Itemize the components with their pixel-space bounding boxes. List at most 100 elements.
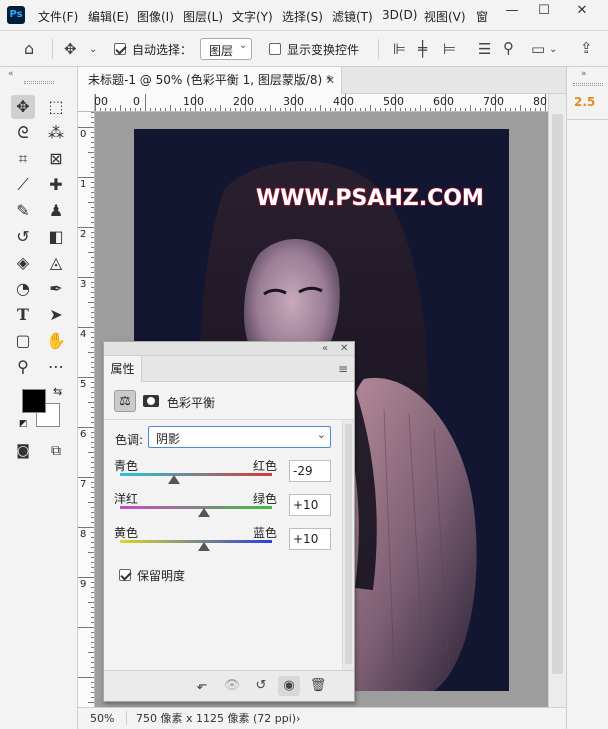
swap-colors-icon[interactable]: ⇆	[53, 385, 62, 398]
screen-mode-icon[interactable]: ⧉	[44, 439, 68, 463]
magenta-green-value-input[interactable]: +10	[289, 494, 331, 516]
shape-tool-icon[interactable]: ▢	[11, 329, 35, 353]
adjustment-header: ⚖ 色彩平衡	[104, 382, 354, 420]
panel-menu-icon[interactable]: ≡	[338, 362, 348, 376]
collapse-icon[interactable]: »	[581, 69, 587, 79]
grip-icon[interactable]	[24, 81, 54, 84]
menu-type[interactable]: 文字(Y)	[232, 8, 273, 25]
toggle-visibility-icon[interactable]: ◉	[278, 676, 300, 696]
color-balance-icon[interactable]: ⚖	[114, 390, 136, 412]
type-tool-icon[interactable]: T	[11, 303, 35, 327]
chevron-down-icon[interactable]: ⌄	[89, 42, 97, 58]
right-panel-value[interactable]: 2.5	[574, 95, 595, 109]
close-icon[interactable]: ✕	[566, 0, 598, 22]
yellow-blue-slider-track[interactable]	[120, 540, 272, 543]
collapse-icon[interactable]: «	[322, 342, 328, 355]
document-tab[interactable]: 未标题-1 @ 50% (色彩平衡 1, 图层蒙版/8) * ✕	[78, 67, 342, 94]
clip-to-layer-icon[interactable]: ⬐	[191, 676, 213, 696]
hand-tool-icon[interactable]: ✋	[44, 329, 68, 353]
eraser-tool-icon[interactable]: ◧	[44, 225, 68, 249]
dodge-tool-icon[interactable]: ◔	[11, 277, 35, 301]
eyedropper-tool-icon[interactable]: ⟋	[11, 173, 35, 197]
horizontal-ruler[interactable]: 00 0 100 200 300 400 500 600 700 80	[95, 94, 548, 112]
show-transform-checkbox[interactable]	[269, 43, 281, 55]
separator	[52, 39, 53, 59]
share-icon[interactable]: ⇪	[580, 40, 593, 56]
stamp-tool-icon[interactable]: ♟	[44, 199, 68, 223]
magenta-green-slider-track[interactable]	[120, 506, 272, 509]
history-brush-tool-icon[interactable]: ↺	[11, 225, 35, 249]
paint-bucket-tool-icon[interactable]: ◈	[11, 251, 35, 275]
marquee-tool-icon[interactable]: ⬚	[44, 95, 68, 119]
distribute-icon[interactable]: ☰	[478, 41, 491, 57]
menu-layer[interactable]: 图层(L)	[183, 8, 223, 25]
menu-filter[interactable]: 滤镜(T)	[332, 8, 373, 25]
foreground-color-swatch-top[interactable]	[22, 389, 46, 413]
cyan-red-slider-thumb[interactable]	[167, 475, 180, 484]
workspace-icon[interactable]: ▭	[531, 41, 545, 57]
chevron-down-icon[interactable]: ⌄	[549, 42, 557, 58]
default-colors-icon[interactable]: ◩	[19, 419, 28, 429]
align-center-icon[interactable]: ╪	[418, 41, 427, 57]
blur-tool-icon[interactable]: ◬	[44, 251, 68, 275]
vertical-scrollbar[interactable]	[548, 94, 566, 707]
ruler-label: 5	[80, 379, 87, 390]
healing-brush-tool-icon[interactable]: ✚	[44, 173, 68, 197]
align-right-icon[interactable]: ⊨	[443, 41, 456, 57]
menu-select[interactable]: 选择(S)	[282, 8, 323, 25]
slider-yellow-label: 黄色	[114, 526, 139, 540]
collapse-icon[interactable]: «	[8, 69, 14, 79]
menu-view[interactable]: 视图(V)	[424, 8, 466, 25]
panel-scrollbar-thumb[interactable]	[345, 424, 352, 664]
brush-tool-icon[interactable]: ✎	[11, 199, 35, 223]
magic-wand-tool-icon[interactable]: ⁂	[44, 121, 68, 145]
quick-mask-icon[interactable]: ◙	[11, 439, 35, 463]
zoom-level[interactable]: 50%	[90, 709, 114, 729]
pen-tool-icon[interactable]: ✒	[44, 277, 68, 301]
ruler-label: 0	[80, 129, 87, 140]
move-tool-icon[interactable]: ✥	[11, 95, 35, 119]
more-tools-icon[interactable]: ⋯	[44, 355, 68, 379]
align-left-icon[interactable]: ⊫	[393, 41, 406, 57]
scrollbar-thumb[interactable]	[552, 114, 563, 674]
yellow-blue-value-input[interactable]: +10	[289, 528, 331, 550]
menu-3d[interactable]: 3D(D)	[382, 8, 417, 22]
close-tab-icon[interactable]: ✕	[326, 67, 335, 94]
panel-scrollbar[interactable]	[342, 420, 354, 670]
panel-title-bar[interactable]: « ✕	[104, 342, 354, 356]
magenta-green-slider-thumb[interactable]	[197, 508, 210, 517]
lasso-tool-icon[interactable]: ᘓ	[11, 121, 35, 145]
view-previous-state-icon[interactable]: 👁	[221, 676, 243, 696]
path-selection-tool-icon[interactable]: ➤	[44, 303, 68, 327]
tone-dropdown[interactable]: 阴影 ⌄	[148, 426, 331, 448]
menu-window[interactable]: 窗	[476, 8, 488, 25]
status-menu-arrow-icon[interactable]: ›	[296, 709, 300, 729]
panel-tab-bar: 属性 ≡	[104, 356, 354, 382]
menu-edit[interactable]: 编辑(E)	[88, 8, 129, 25]
menu-image[interactable]: 图像(I)	[137, 8, 174, 25]
auto-select-dropdown[interactable]: 图层 ⌄	[200, 38, 252, 60]
yellow-blue-slider-thumb[interactable]	[197, 542, 210, 551]
home-icon[interactable]: ⌂	[24, 41, 34, 57]
crop-tool-icon[interactable]: ⌗	[11, 147, 35, 171]
grip-icon[interactable]	[573, 83, 603, 86]
cyan-red-slider-track[interactable]	[120, 473, 272, 476]
menu-file[interactable]: 文件(F)	[38, 8, 78, 25]
search-icon[interactable]: ⚲	[503, 40, 514, 56]
vertical-ruler[interactable]: 0 1 2 3 4 5 6 7 8 9	[78, 112, 95, 707]
cyan-red-value-input[interactable]: -29	[289, 460, 331, 482]
delete-icon[interactable]: 🗑	[307, 676, 329, 696]
frame-tool-icon[interactable]: ⊠	[44, 147, 68, 171]
ruler-label: 1	[80, 179, 87, 190]
separator	[567, 119, 608, 120]
tab-properties[interactable]: 属性	[104, 356, 142, 382]
move-tool-icon[interactable]: ✥	[64, 41, 77, 57]
reset-icon[interactable]: ↺	[250, 676, 272, 696]
maximize-icon[interactable]: ☐	[528, 0, 560, 22]
zoom-tool-icon[interactable]: ⚲	[11, 355, 35, 379]
close-icon[interactable]: ✕	[340, 342, 348, 355]
layer-mask-icon[interactable]	[140, 390, 162, 412]
auto-select-checkbox[interactable]	[114, 43, 126, 55]
preserve-luminosity-checkbox[interactable]	[119, 569, 131, 581]
minimize-icon[interactable]: —	[496, 0, 528, 22]
